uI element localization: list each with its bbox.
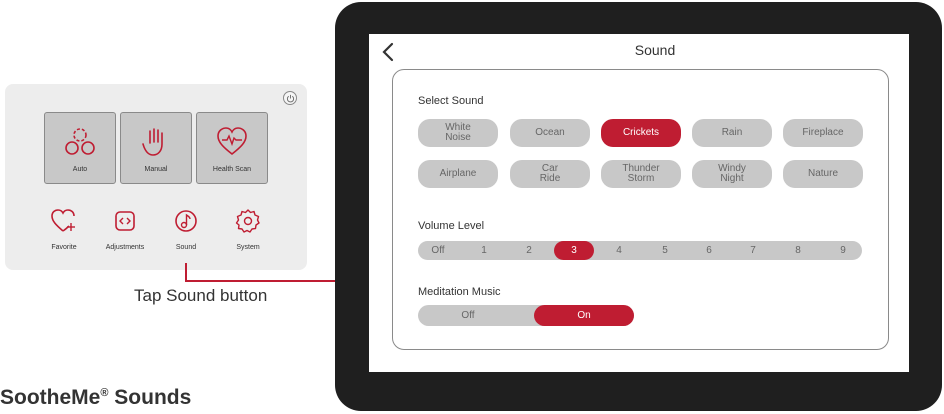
tap-instruction: Tap Sound button — [134, 286, 268, 305]
page-title: Sound — [634, 42, 676, 58]
volume-level-option[interactable]: 4 — [599, 241, 639, 260]
meditation-music-label: Meditation Music — [418, 286, 501, 298]
brand-title: SootheMe® Sounds — [0, 386, 192, 409]
sound-option-button[interactable]: Thunder Storm — [601, 160, 681, 188]
back-button[interactable] — [381, 42, 395, 67]
volume-level-option[interactable]: 2 — [509, 241, 549, 260]
meditation-option-button[interactable]: Off — [418, 305, 518, 326]
sound-option-button[interactable]: Nature — [783, 160, 863, 188]
sound-option-button[interactable]: Ocean — [510, 119, 590, 147]
sound-option-button[interactable]: Rain — [692, 119, 772, 147]
sound-option-button[interactable]: Car Ride — [510, 160, 590, 188]
sound-option-button[interactable]: White Noise — [418, 119, 498, 147]
volume-level-option[interactable]: 5 — [645, 241, 685, 260]
volume-level-option[interactable]: 3 — [554, 241, 594, 260]
volume-level-option[interactable]: 1 — [464, 241, 504, 260]
volume-level-option[interactable]: 8 — [778, 241, 818, 260]
volume-level-option[interactable]: Off — [418, 241, 458, 260]
volume-level-option[interactable]: 7 — [733, 241, 773, 260]
volume-level-option[interactable]: 6 — [689, 241, 729, 260]
chevron-left-icon — [382, 42, 394, 62]
sound-option-button[interactable]: Crickets — [601, 119, 681, 147]
meditation-option-button[interactable]: On — [534, 305, 634, 326]
volume-level-label: Volume Level — [418, 220, 485, 232]
sound-option-button[interactable]: Windy Night — [692, 160, 772, 188]
sound-option-button[interactable]: Airplane — [418, 160, 498, 188]
select-sound-label: Select Sound — [418, 95, 484, 107]
sound-option-button[interactable]: Fireplace — [783, 119, 863, 147]
volume-level-option[interactable]: 9 — [823, 241, 863, 260]
